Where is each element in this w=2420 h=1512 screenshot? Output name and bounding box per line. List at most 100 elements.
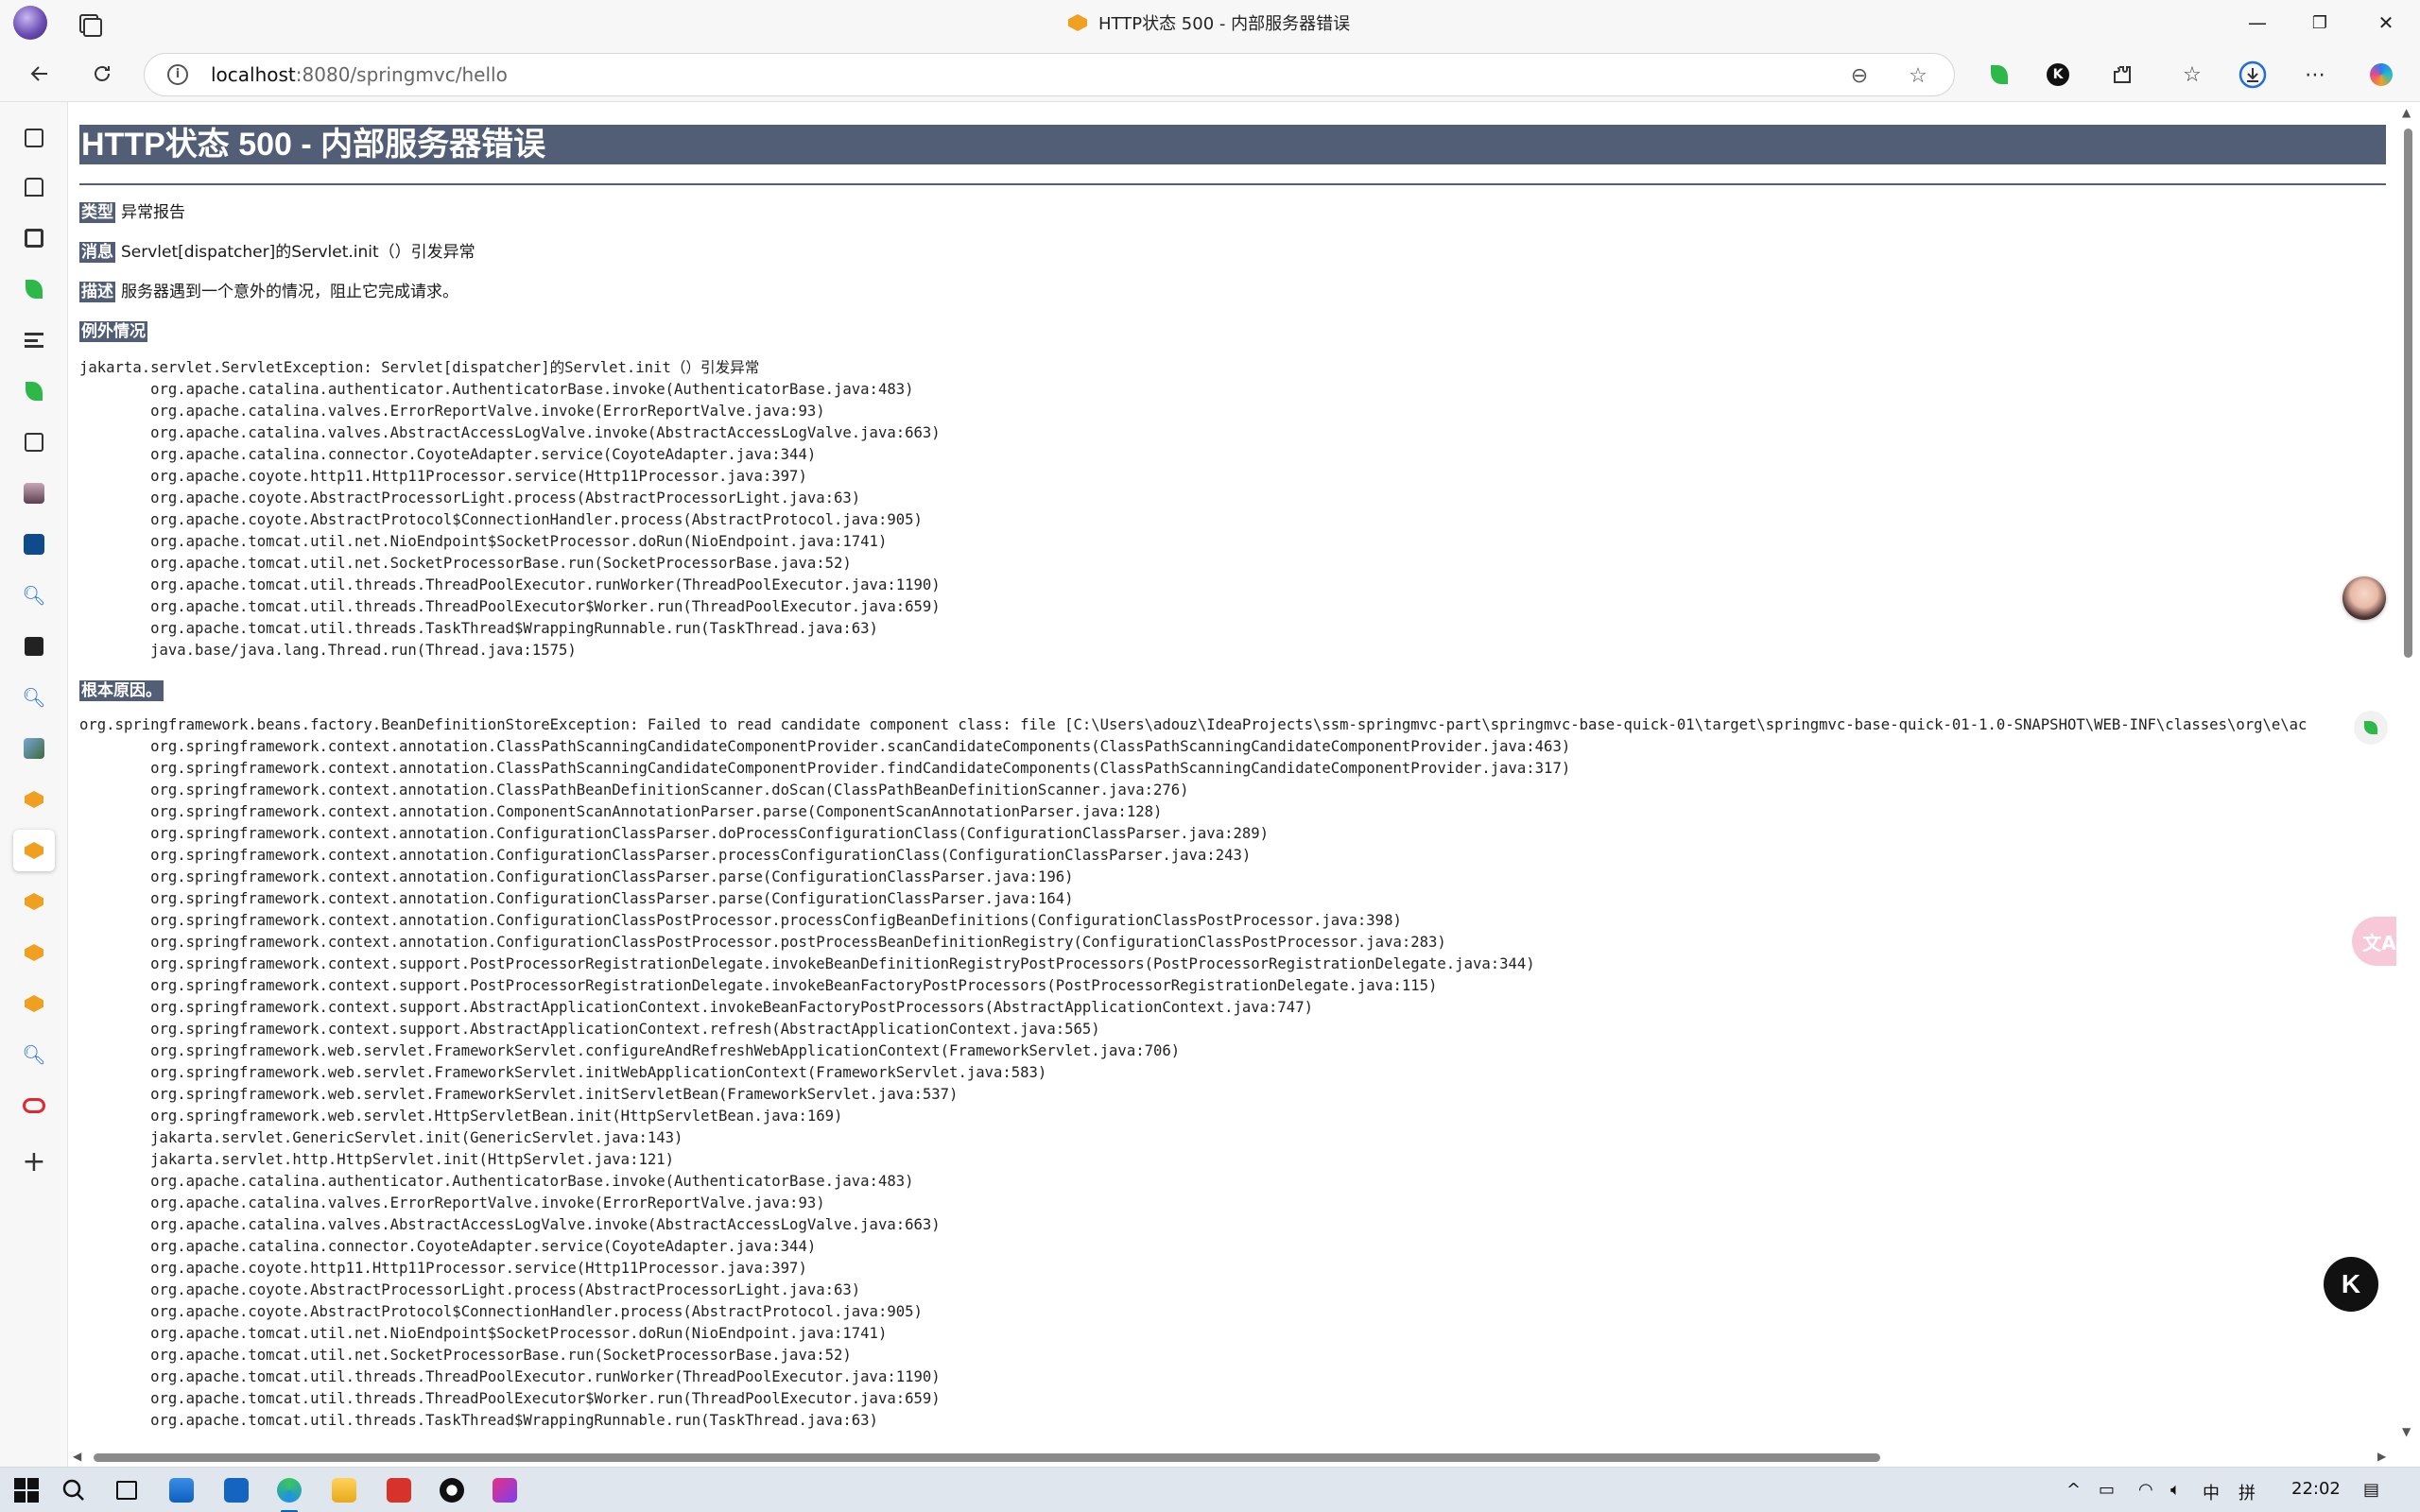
taskbar-qq[interactable]	[437, 1475, 467, 1505]
sidebar-item-reading[interactable]	[19, 223, 49, 253]
taskbar-mail[interactable]	[221, 1475, 251, 1505]
assistant-avatar-icon[interactable]	[2342, 576, 2386, 620]
sidebar-item-code[interactable]	[19, 529, 49, 559]
more-menu-button[interactable]: ⋯	[2299, 59, 2331, 91]
message-value: Servlet[dispatcher]的Servlet.init（）引发异常	[121, 243, 475, 262]
search-button[interactable]	[59, 1475, 89, 1505]
root-cause-heading: 根本原因。	[79, 680, 2386, 701]
extensions-button[interactable]	[2106, 59, 2138, 91]
taskbar-store[interactable]	[166, 1475, 197, 1505]
sidebar-item-image[interactable]	[19, 733, 49, 764]
add-icon: +	[22, 1145, 46, 1178]
message-row: 消息 Servlet[dispatcher]的Servlet.init（）引发异常	[79, 242, 2386, 263]
address-bar[interactable]: i localhost:8080/springmvc/hello ⊖ ☆	[144, 53, 1955, 96]
folder-icon	[332, 1478, 356, 1503]
k-extension-icon: K	[2047, 63, 2069, 86]
taskbar: ^ ▭ ◠ 🔈︎ 中 拼 22:02 ▤	[0, 1467, 2420, 1512]
download-icon	[2238, 60, 2267, 89]
type-row: 类型 异常报告	[79, 202, 2386, 223]
ime-language[interactable]: 中	[2203, 1480, 2220, 1504]
favorite-star-icon[interactable]: ☆	[1905, 62, 1931, 89]
minimize-button[interactable]: —	[2237, 8, 2278, 38]
ime-mode[interactable]: 拼	[2238, 1480, 2256, 1504]
sidebar-item-search-3[interactable]: 🔍︎	[19, 1040, 49, 1070]
sidebar-item-search-2[interactable]: 🔍︎	[19, 682, 49, 713]
tab-title: HTTP状态 500 - 内部服务器错误	[1068, 11, 1350, 34]
description-value: 服务器遇到一个意外的情况，阻止它完成请求。	[121, 283, 458, 301]
downloads-button[interactable]	[2237, 59, 2269, 91]
horizontal-scrollbar[interactable]: ◀ ▶	[69, 1448, 2396, 1467]
close-button[interactable]: ✕	[2365, 8, 2407, 38]
navigation-bar: i localhost:8080/springmvc/hello ⊖ ☆ K ☆…	[0, 45, 2420, 102]
image-icon	[24, 738, 44, 759]
volume-icon[interactable]: 🔈︎	[2170, 1480, 2181, 1500]
tab-actions-icon[interactable]	[74, 9, 102, 37]
floating-leaf-button[interactable]	[2354, 711, 2388, 745]
taskbar-edge[interactable]	[274, 1475, 304, 1505]
extension-leaf-button[interactable]	[1983, 59, 2015, 91]
sidebar-item-hex-3[interactable]	[19, 886, 49, 917]
scroll-down-icon[interactable]: ▼	[2402, 1425, 2411, 1438]
scroll-up-icon[interactable]: ▲	[2402, 106, 2411, 119]
extension-k-button[interactable]: K	[2042, 59, 2074, 91]
back-button[interactable]	[21, 57, 59, 91]
sidebar-add-button[interactable]: +	[19, 1147, 49, 1177]
tray-overflow-icon[interactable]: ^	[2066, 1480, 2081, 1500]
sidebar-item-hex-1[interactable]	[19, 784, 49, 815]
vertical-scroll-thumb[interactable]	[2404, 129, 2412, 658]
title-bar: HTTP状态 500 - 内部服务器错误 — ❐ ✕	[0, 0, 2420, 45]
sidebar-item-hex-4[interactable]	[19, 937, 49, 968]
url-host: localhost	[211, 63, 296, 86]
sidebar-item-pill[interactable]	[19, 1091, 49, 1121]
tab-favicon-icon	[1068, 14, 1087, 31]
refresh-button[interactable]	[83, 57, 121, 91]
exception-heading: 例外情况	[79, 321, 2386, 342]
copilot-button[interactable]	[2365, 59, 2397, 91]
hex-tab-icon	[25, 995, 43, 1012]
sidebar-item-search[interactable]: 🔍︎	[19, 580, 49, 610]
type-value: 异常报告	[121, 203, 185, 222]
taskbar-explorer[interactable]	[329, 1475, 359, 1505]
scroll-left-icon[interactable]: ◀	[73, 1450, 81, 1463]
store-icon	[169, 1478, 194, 1503]
hex-tab-icon	[25, 791, 43, 808]
root-cause-label: 根本原因。	[79, 680, 164, 701]
battery-icon[interactable]: ▭	[2099, 1480, 2115, 1500]
task-view-button[interactable]	[112, 1475, 142, 1505]
notification-icon[interactable]: ▤	[2363, 1480, 2379, 1500]
k-assistant-button[interactable]: K	[2324, 1257, 2378, 1312]
windows-logo-icon	[14, 1478, 39, 1503]
sidebar-item-calendar[interactable]	[19, 427, 49, 457]
horizontal-scroll-thumb[interactable]	[94, 1453, 1880, 1462]
start-button[interactable]	[11, 1475, 42, 1505]
site-info-icon[interactable]: i	[167, 64, 188, 85]
sidebar-item-tabs[interactable]	[19, 123, 49, 153]
sidebar-item-hex-2[interactable]	[13, 830, 55, 871]
profile-avatar-icon[interactable]	[13, 6, 47, 40]
vertical-scrollbar[interactable]: ▲ ▼	[2396, 102, 2420, 1467]
clock[interactable]: 22:02	[2291, 1479, 2341, 1499]
code-icon	[24, 534, 44, 555]
sidebar-item-hex-5[interactable]	[19, 988, 49, 1019]
wifi-icon[interactable]: ◠	[2138, 1480, 2153, 1500]
url-text[interactable]: localhost:8080/springmvc/hello	[211, 63, 508, 86]
page-title: HTTP状态 500 - 内部服务器错误	[79, 125, 2386, 164]
error-report: HTTP状态 500 - 内部服务器错误 类型 异常报告 消息 Servlet[di…	[79, 125, 2386, 1432]
sidebar-item-history[interactable]	[19, 172, 49, 202]
taskbar-intellij[interactable]	[490, 1475, 520, 1505]
exception-label: 例外情况	[79, 321, 147, 342]
sidebar-item-notes[interactable]	[19, 325, 49, 355]
refresh-icon	[95, 66, 110, 81]
sidebar-item-terminal[interactable]	[19, 631, 49, 662]
maximize-button[interactable]: ❐	[2299, 8, 2341, 38]
scroll-right-icon[interactable]: ▶	[2377, 1450, 2386, 1463]
type-label: 类型	[79, 202, 115, 223]
taskbar-wps[interactable]	[384, 1475, 414, 1505]
favorites-button[interactable]: ☆	[2176, 59, 2208, 91]
leaf-extension-icon	[26, 382, 43, 401]
sidebar-item-profile[interactable]	[19, 478, 49, 508]
sidebar-item-leaf[interactable]	[19, 274, 49, 304]
reading-mode-icon[interactable]: ⊖	[1846, 62, 1873, 89]
sidebar-item-leaf-2[interactable]	[19, 376, 49, 406]
window-title: HTTP状态 500 - 内部服务器错误	[1098, 14, 1351, 34]
